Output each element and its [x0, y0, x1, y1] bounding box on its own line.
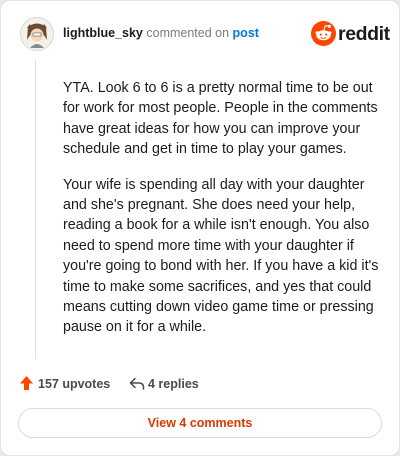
- post-link[interactable]: post: [233, 26, 259, 40]
- thread-line: [35, 59, 36, 359]
- reddit-snoo-icon: [311, 21, 336, 46]
- header-action-text: commented on: [146, 26, 230, 40]
- username-link[interactable]: lightblue_sky: [63, 26, 143, 40]
- view-comments-button[interactable]: View 4 comments: [18, 408, 382, 438]
- reply-arrow-icon[interactable]: [129, 377, 145, 390]
- comment-card: lightblue_sky commented on post reddit Y…: [0, 0, 400, 456]
- comment-paragraph: YTA. Look 6 to 6 is a pretty normal time…: [63, 80, 378, 158]
- reddit-wordmark: reddit: [338, 23, 390, 45]
- avatar-image: [21, 18, 53, 50]
- comment-header: lightblue_sky commented on post: [63, 26, 259, 40]
- avatar[interactable]: [20, 17, 54, 51]
- upvote-arrow-icon[interactable]: [19, 375, 34, 391]
- comment-paragraph: Your wife is spending all day with your …: [63, 176, 379, 336]
- upvote-count: 157 upvotes: [38, 377, 111, 391]
- reply-count[interactable]: 4 replies: [148, 377, 199, 391]
- comment-body: YTA. Look 6 to 6 is a pretty normal time…: [63, 78, 381, 353]
